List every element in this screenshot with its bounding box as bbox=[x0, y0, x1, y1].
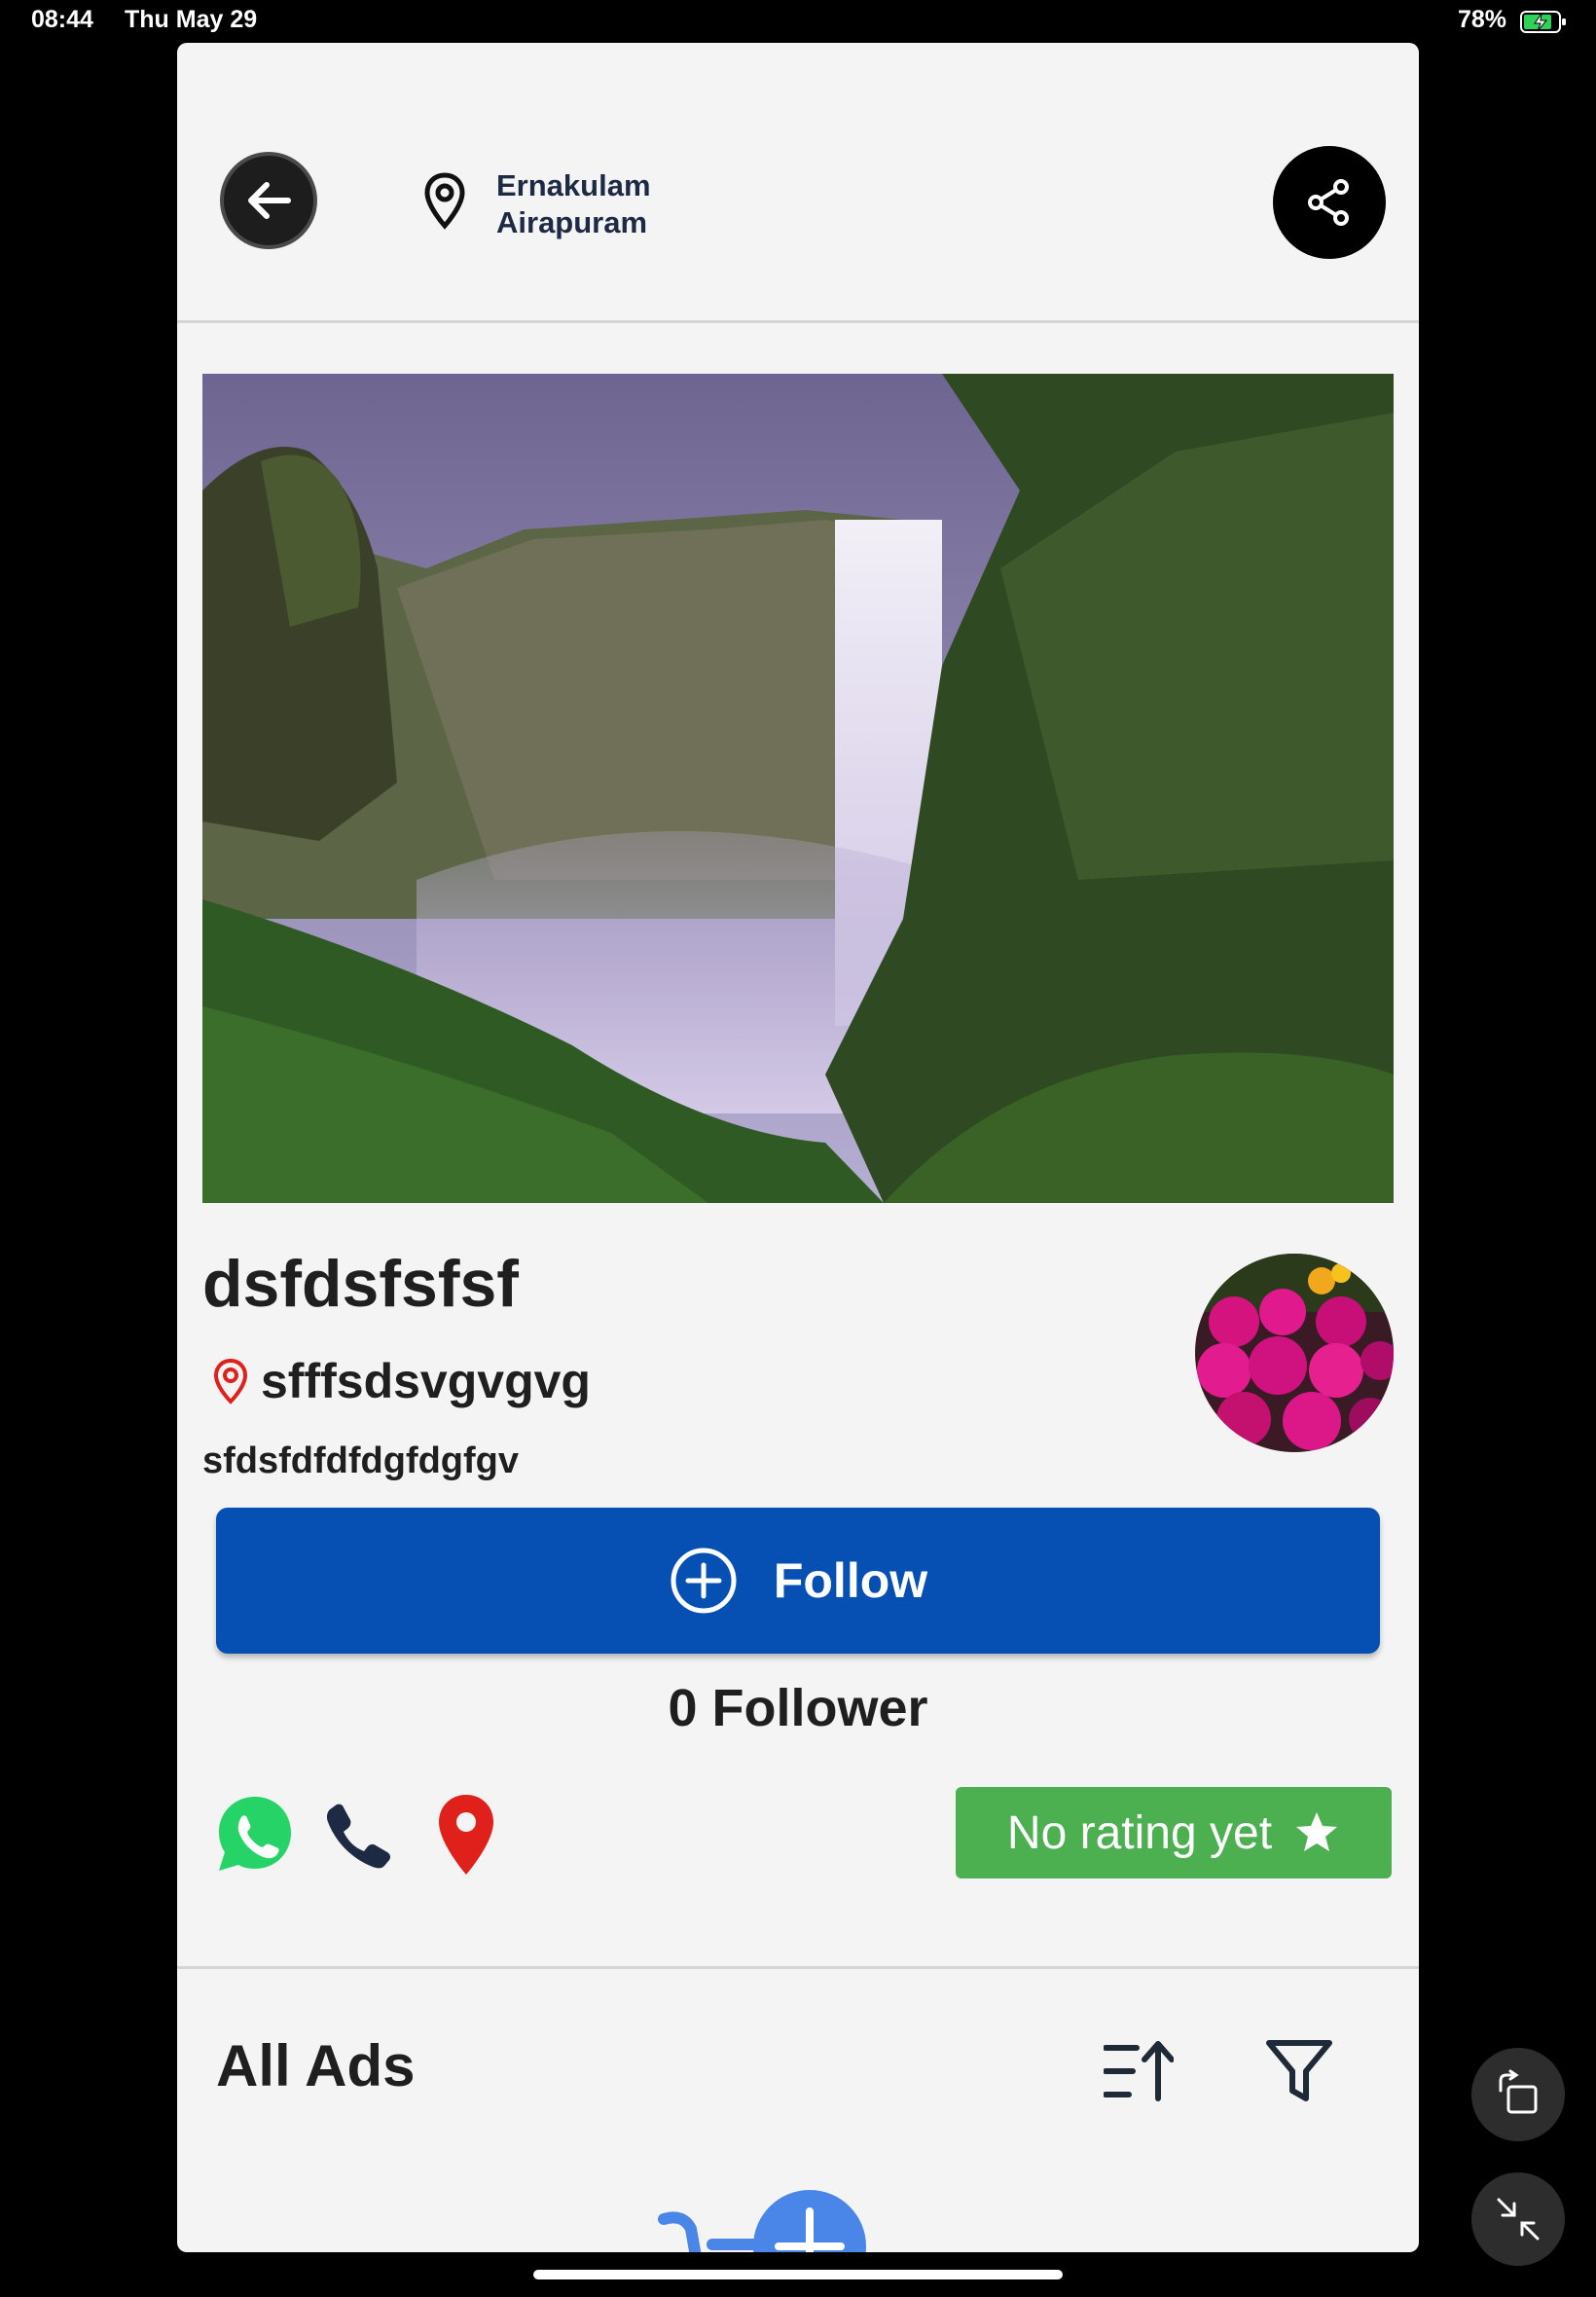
follower-count: 0 Follower bbox=[668, 1679, 928, 1737]
app-window: Ernakulam Airapuram dsfdsfsfsf sfffsdsvg… bbox=[177, 43, 1419, 2252]
location-area: Airapuram bbox=[496, 205, 648, 239]
battery-icon bbox=[1520, 11, 1566, 33]
rating-badge: No rating yet bbox=[956, 1787, 1392, 1878]
battery-percentage: 78% bbox=[1457, 6, 1506, 33]
profile-name: dsfdsfsfsf bbox=[202, 1247, 519, 1321]
share-button[interactable] bbox=[1273, 146, 1386, 259]
profile-address: sfffsdsvgvgvg bbox=[261, 1354, 591, 1408]
back-button[interactable] bbox=[220, 152, 317, 249]
cover-image bbox=[202, 374, 1394, 1203]
follow-label: Follow bbox=[773, 1553, 928, 1608]
rotate-screen-button[interactable] bbox=[1471, 2048, 1565, 2141]
address-row: sfffsdsvgvgvg bbox=[212, 1353, 591, 1409]
current-location[interactable]: Ernakulam Airapuram bbox=[496, 167, 651, 241]
status-time: 08:44 bbox=[31, 6, 93, 33]
empty-ads-illustration bbox=[658, 2190, 866, 2252]
map-pin-icon[interactable] bbox=[436, 1793, 496, 1877]
share-icon bbox=[1308, 179, 1349, 226]
whatsapp-icon[interactable] bbox=[212, 1791, 298, 1877]
filter-icon[interactable] bbox=[1265, 2038, 1333, 2104]
rotate-icon bbox=[1499, 2069, 1538, 2114]
arrow-left-icon bbox=[248, 182, 291, 219]
home-indicator[interactable] bbox=[533, 2270, 1063, 2279]
phone-icon[interactable] bbox=[323, 1801, 393, 1871]
location-pin-red-icon bbox=[213, 1358, 248, 1404]
profile-avatar bbox=[1195, 1254, 1394, 1452]
profile-description: sfdsfdfdfdgfdgfgv bbox=[202, 1440, 520, 1481]
plus-circle-icon bbox=[671, 1548, 737, 1614]
location-pin-icon bbox=[424, 172, 465, 230]
follow-button[interactable]: Follow bbox=[216, 1508, 1380, 1654]
location-city: Ernakulam bbox=[496, 168, 651, 202]
rating-label: No rating yet bbox=[1006, 1806, 1273, 1859]
star-icon bbox=[1296, 1812, 1338, 1851]
sort-icon[interactable] bbox=[1104, 2038, 1174, 2104]
status-date: Thu May 29 bbox=[125, 6, 258, 33]
section-title: All Ads bbox=[216, 2033, 416, 2098]
section-divider bbox=[177, 1966, 1419, 1969]
collapse-icon bbox=[1497, 2198, 1540, 2241]
minimize-button[interactable] bbox=[1471, 2172, 1565, 2266]
header-bar: Ernakulam Airapuram bbox=[177, 43, 1419, 323]
